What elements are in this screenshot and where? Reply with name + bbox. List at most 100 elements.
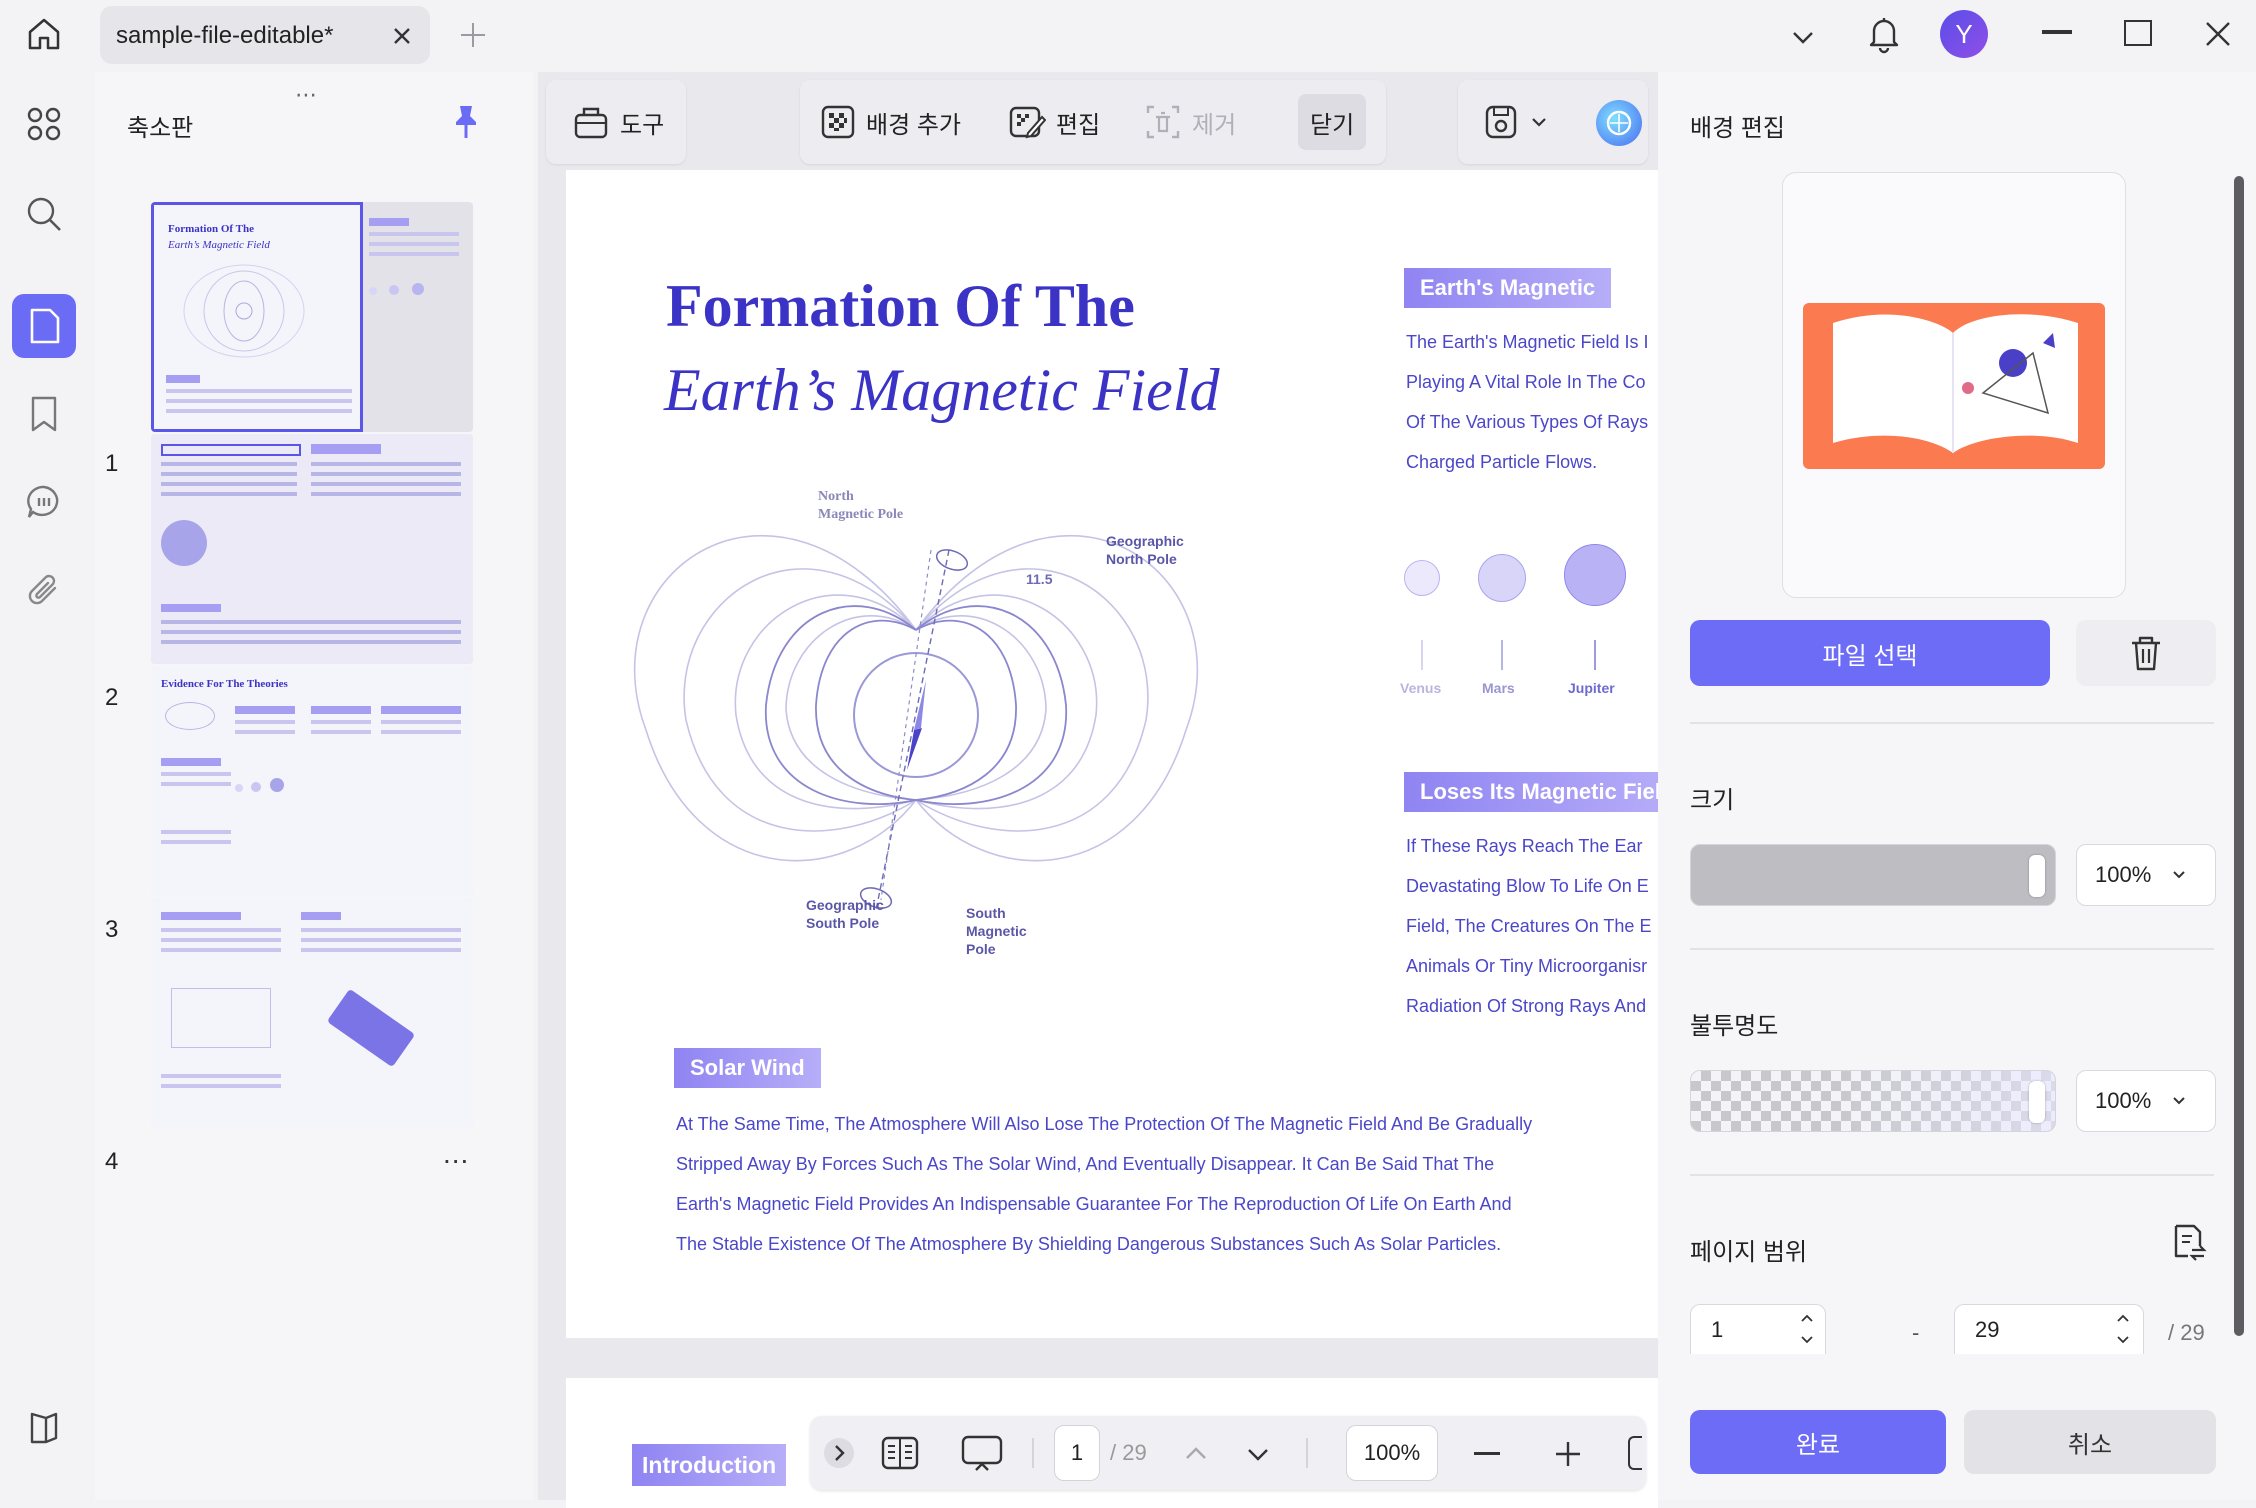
thumbnail-page-3[interactable]: Evidence For The Theories (151, 666, 473, 896)
next-page-icon[interactable] (1244, 1440, 1272, 1468)
fit-width-icon[interactable] (1628, 1436, 1642, 1470)
magnetic-paragraph: The Earth's Magnetic Field Is I Playing … (1406, 322, 1649, 482)
minimize-icon[interactable] (2042, 30, 2072, 34)
current-page-input[interactable]: 1 (1054, 1425, 1100, 1481)
range-dash: - (1912, 1320, 1920, 1345)
chevron-down-icon (2173, 871, 2185, 879)
page-range-icon[interactable] (2168, 1222, 2208, 1264)
thumbnail-page-4[interactable] (151, 898, 473, 1128)
diagram-geographic-north-label: Geographic North Pole (1106, 532, 1184, 568)
close-window-icon[interactable] (2204, 20, 2232, 48)
attachment-button[interactable] (12, 558, 76, 622)
jupiter-tick (1594, 640, 1596, 670)
solar-line: At The Same Time, The Atmosphere Will Al… (676, 1114, 1533, 1134)
maximize-icon[interactable] (2124, 20, 2152, 46)
magnetic-line: Playing A Vital Role In The Co (1406, 372, 1646, 392)
thumbnail-more-4[interactable]: ... (443, 1138, 469, 1170)
opacity-label: 불투명도 (1690, 1013, 1779, 1040)
apps-button[interactable] (12, 92, 76, 156)
thumbnail-page-2[interactable] (151, 434, 473, 664)
opacity-slider[interactable] (1690, 1070, 2056, 1132)
zoom-in-icon[interactable] (1554, 1440, 1582, 1468)
zoom-out-icon[interactable] (1474, 1452, 1500, 1455)
panel-scrollbar[interactable] (2234, 176, 2244, 1336)
loses-line: Animals Or Tiny Microorganisr (1406, 956, 1648, 976)
panel-toggle-button[interactable] (12, 1396, 76, 1460)
solar-paragraph: At The Same Time, The Atmosphere Will Al… (676, 1104, 1532, 1264)
size-select[interactable]: 100% (2076, 844, 2216, 906)
page-range-label: 페이지 범위 (1690, 1239, 1808, 1266)
thumbnail-page-1[interactable]: Formation Of The Earth’s Magnetic Field (151, 202, 473, 432)
save-menu-button[interactable] (1470, 94, 1560, 150)
previous-page-icon[interactable] (1182, 1440, 1210, 1468)
bar-divider (1306, 1438, 1308, 1468)
done-button[interactable]: 완료 (1690, 1410, 1946, 1474)
thumbnail-number-1: 1 (105, 450, 119, 477)
thumbnail-number-2: 2 (105, 684, 119, 711)
chevron-down-icon[interactable] (1788, 22, 1818, 52)
page-title-line2: Earth’s Magnetic Field (664, 357, 1220, 423)
thumbnail-panel: ⋯ 축소판 Formation Of The Earth’s Magnetic … (95, 72, 533, 1500)
two-page-view-icon[interactable] (880, 1434, 920, 1472)
save-icon (1485, 105, 1517, 139)
avatar-letter: Y (1955, 18, 1973, 49)
cancel-button[interactable]: 취소 (1964, 1410, 2216, 1474)
range-to-input[interactable]: 29 (1954, 1304, 2144, 1354)
trash-icon (2132, 636, 2160, 671)
done-label: 완료 (1795, 1431, 1841, 1459)
home-icon[interactable] (22, 12, 66, 56)
presentation-icon[interactable] (960, 1434, 1004, 1474)
edit-background-button[interactable]: 편집 (996, 94, 1112, 150)
range-to-value: 29 (1975, 1316, 2000, 1342)
delete-background-button[interactable] (2076, 620, 2216, 686)
pole-label: Pole (966, 941, 996, 957)
south-label: South (966, 905, 1006, 921)
solar-wind-badge: Solar Wind (674, 1048, 821, 1088)
document-tab[interactable]: sample-file-editable* (100, 6, 430, 64)
opacity-select[interactable]: 100% (2076, 1070, 2216, 1132)
choose-file-button[interactable]: 파일 선택 (1690, 620, 2050, 686)
chevron-down-icon (2173, 1097, 2185, 1105)
tools-button[interactable]: 도구 (560, 94, 676, 150)
expand-toggle-icon[interactable] (824, 1438, 854, 1468)
new-tab-icon[interactable] (458, 20, 488, 50)
remove-background-button[interactable]: 제거 (1132, 94, 1248, 150)
magnetic-line: The Earth's Magnetic Field Is I (1406, 332, 1649, 352)
avatar[interactable]: Y (1940, 10, 1988, 58)
opacity-slider-handle[interactable] (2029, 1081, 2045, 1123)
book-icon (30, 1412, 58, 1444)
thumbnails-button[interactable] (12, 294, 76, 358)
diagram-south-magnetic-label: South Magnetic Pole (966, 904, 1027, 958)
paperclip-icon (28, 574, 57, 605)
bell-icon[interactable] (1866, 14, 1902, 54)
add-background-button[interactable]: 배경 추가 (808, 94, 973, 150)
background-edit-panel: 배경 편집 파일 선택 크기 100% 불투명도 100% 페이지 범위 1 -… (1658, 72, 2256, 1500)
divider (1690, 722, 2214, 724)
search-button[interactable] (12, 182, 76, 246)
planet-mars (1478, 554, 1526, 602)
document-page: Formation Of The Earth’s Magnetic Field … (566, 170, 1658, 1338)
divider (1690, 948, 2214, 950)
loses-line: Field, The Creatures On The E (1406, 916, 1652, 936)
background-preview (1782, 172, 2126, 598)
close-tab-icon[interactable] (390, 24, 414, 48)
add-background-label: 배경 추가 (866, 111, 961, 139)
diagram-angle-label: 11.5 (1026, 571, 1053, 587)
close-background-button[interactable]: 닫기 (1298, 94, 1367, 150)
planet-label-jupiter: Jupiter (1568, 680, 1615, 696)
solar-line: The Stable Existence Of The Atmosphere B… (676, 1234, 1502, 1254)
pin-icon[interactable] (451, 104, 481, 140)
divider (1690, 1174, 2214, 1176)
ai-assistant-icon[interactable] (1596, 100, 1642, 146)
cancel-label: 취소 (2067, 1431, 2113, 1459)
stepper-icon (1801, 1314, 1813, 1344)
range-from-input[interactable]: 1 (1690, 1304, 1826, 1354)
size-slider-handle[interactable] (2029, 855, 2045, 897)
size-slider[interactable] (1690, 844, 2056, 906)
bookmark-button[interactable] (12, 382, 76, 446)
mars-tick (1501, 640, 1503, 670)
preview-image (1803, 303, 2105, 469)
zoom-input[interactable]: 100% (1346, 1425, 1438, 1481)
drag-handle-icon[interactable]: ⋯ (295, 82, 319, 108)
comments-button[interactable] (12, 470, 76, 534)
